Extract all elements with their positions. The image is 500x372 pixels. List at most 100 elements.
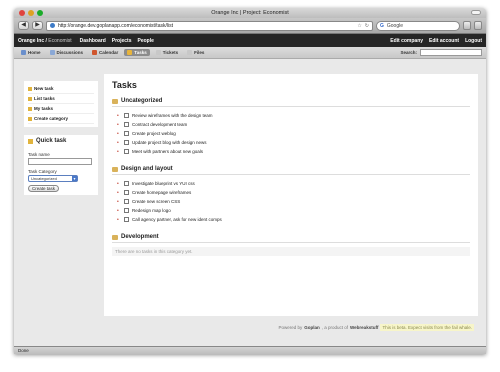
delete-task-icon[interactable]: •	[117, 113, 121, 119]
task-checkbox[interactable]	[124, 113, 129, 118]
tab-home[interactable]: Home	[18, 49, 44, 56]
task-checkbox[interactable]	[124, 140, 129, 145]
tasks-panel: Tasks Uncategorized • Review wireframes w…	[104, 74, 478, 316]
minimize-window-icon[interactable]	[28, 10, 34, 16]
tab-tasks[interactable]: Tasks	[124, 49, 150, 56]
task-checkbox[interactable]	[124, 131, 129, 136]
delete-task-icon[interactable]: •	[117, 149, 121, 155]
delete-task-icon[interactable]: •	[117, 217, 121, 223]
page-title: Tasks	[112, 80, 137, 90]
search-input[interactable]	[420, 49, 482, 56]
task-label[interactable]: Create homepage wireframes	[132, 190, 191, 195]
task-item: • Review wireframes with the design team	[117, 111, 470, 120]
task-category-select[interactable]: Uncategorized ▾	[28, 175, 78, 182]
task-checkbox[interactable]	[124, 199, 129, 204]
settings-menu-icon[interactable]	[474, 21, 482, 30]
edit-account-link[interactable]: Edit account	[429, 38, 459, 44]
sidebar-item-my-tasks[interactable]: My tasks	[28, 104, 94, 114]
nav-dashboard[interactable]: Dashboard	[80, 38, 106, 44]
category-heading: Development	[112, 234, 470, 243]
footer-prefix: Powered by	[278, 324, 303, 330]
url-bar[interactable]: http://orange.dev.goplanapp.com/economis…	[46, 20, 373, 31]
bullet-icon	[28, 86, 32, 91]
title-bar: Orange Inc | Project: Economist	[14, 8, 486, 18]
sidebar-item-label: Create category	[34, 116, 69, 121]
task-checkbox[interactable]	[124, 190, 129, 195]
task-label[interactable]: Review wireframes with the design team	[132, 113, 213, 118]
brand[interactable]: Orange Inc / Economist	[18, 38, 72, 44]
back-button[interactable]: ◀	[18, 21, 29, 30]
create-task-button[interactable]: Create task	[28, 185, 60, 192]
edit-company-link[interactable]: Edit company	[390, 38, 423, 44]
logout-link[interactable]: Logout	[465, 38, 482, 44]
forward-button[interactable]: ▶	[32, 21, 43, 30]
webreakstuff-link[interactable]: Webreakstuff	[350, 325, 378, 330]
task-checkbox[interactable]	[124, 181, 129, 186]
section-tabs: Home Discussions Calendar Tasks Tickets …	[14, 47, 486, 59]
quick-task-heading: Quick task	[28, 138, 94, 144]
browser-search-field[interactable]: G Google	[376, 20, 460, 31]
task-label[interactable]: Meet with partners about new goals	[132, 149, 203, 154]
nav-people[interactable]: People	[138, 38, 154, 44]
delete-task-icon[interactable]: •	[117, 208, 121, 214]
reload-icon[interactable]: ↻	[365, 23, 369, 29]
search-label: Search:	[400, 50, 417, 55]
delete-task-icon[interactable]: •	[117, 131, 121, 137]
browser-toolbar: ◀ ▶ http://orange.dev.goplanapp.com/econ…	[14, 18, 486, 34]
category-name: Uncategorized	[121, 98, 163, 104]
task-label[interactable]: Call agency partner, ask for new ident c…	[132, 217, 222, 222]
sidebar-item-label: List tasks	[34, 96, 55, 101]
footer-middle: , a product of	[321, 324, 349, 330]
task-list: • Investigate blueprint vs YUI css • Creat…	[112, 179, 470, 224]
task-item: • Create homepage wireframes	[117, 188, 470, 197]
bullet-icon	[28, 116, 32, 121]
task-label[interactable]: Create new screen CSS	[132, 199, 180, 204]
task-name-input[interactable]	[28, 158, 92, 165]
bullet-icon	[28, 96, 32, 101]
task-checkbox[interactable]	[124, 208, 129, 213]
nav-projects[interactable]: Projects	[112, 38, 132, 44]
sidebar-item-list-tasks[interactable]: List tasks	[28, 94, 94, 104]
tab-label: Tickets	[162, 50, 179, 55]
discussions-icon	[49, 50, 55, 55]
task-checkbox[interactable]	[124, 217, 129, 222]
task-item: • Redesign map logo	[117, 206, 470, 215]
delete-task-icon[interactable]: •	[117, 122, 121, 128]
sidebar-item-label: New task	[34, 86, 54, 91]
category-name: Development	[121, 234, 159, 240]
toolbar-toggle-icon[interactable]	[471, 10, 481, 15]
bookmark-star-icon[interactable]: ☆	[357, 23, 361, 29]
tab-label: Tasks	[134, 50, 147, 55]
delete-task-icon[interactable]: •	[117, 190, 121, 196]
bolt-icon	[28, 138, 33, 144]
site-search: Search:	[400, 49, 482, 56]
task-checkbox[interactable]	[124, 122, 129, 127]
page-menu-icon[interactable]	[463, 21, 471, 30]
tab-files[interactable]: Files	[184, 49, 207, 56]
sidebar-item-new-task[interactable]: New task	[28, 84, 94, 94]
page-content: New task List tasks My tasks Create cate…	[14, 59, 486, 346]
tab-calendar[interactable]: Calendar	[89, 49, 121, 56]
close-window-icon[interactable]	[19, 10, 25, 16]
task-label[interactable]: Contract development team	[132, 122, 187, 127]
window-controls	[19, 10, 43, 16]
task-label[interactable]: Create project weblog	[132, 131, 176, 136]
tab-discussions[interactable]: Discussions	[47, 49, 87, 56]
delete-task-icon[interactable]: •	[117, 140, 121, 146]
task-label[interactable]: Redesign map logo	[132, 208, 171, 213]
delete-task-icon[interactable]: •	[117, 181, 121, 187]
delete-task-icon[interactable]: •	[117, 199, 121, 205]
footer: Powered by Goplan , a product of Webreak…	[104, 321, 478, 333]
tab-tickets[interactable]: Tickets	[153, 49, 181, 56]
empty-category-message: There are no tasks in this category yet.	[112, 247, 470, 256]
tab-label: Discussions	[56, 50, 84, 55]
goplan-link[interactable]: Goplan	[304, 325, 320, 330]
window-title: Orange Inc | Project: Economist	[211, 10, 289, 16]
quick-task-form: Quick task Task name Task Category Uncat…	[24, 135, 98, 195]
task-label[interactable]: Update project blog with design news	[132, 140, 207, 145]
sidebar-item-create-category[interactable]: Create category	[28, 114, 94, 124]
maximize-window-icon[interactable]	[37, 10, 43, 16]
task-label[interactable]: Investigate blueprint vs YUI css	[132, 181, 195, 186]
task-checkbox[interactable]	[124, 149, 129, 154]
folder-icon	[112, 234, 118, 240]
